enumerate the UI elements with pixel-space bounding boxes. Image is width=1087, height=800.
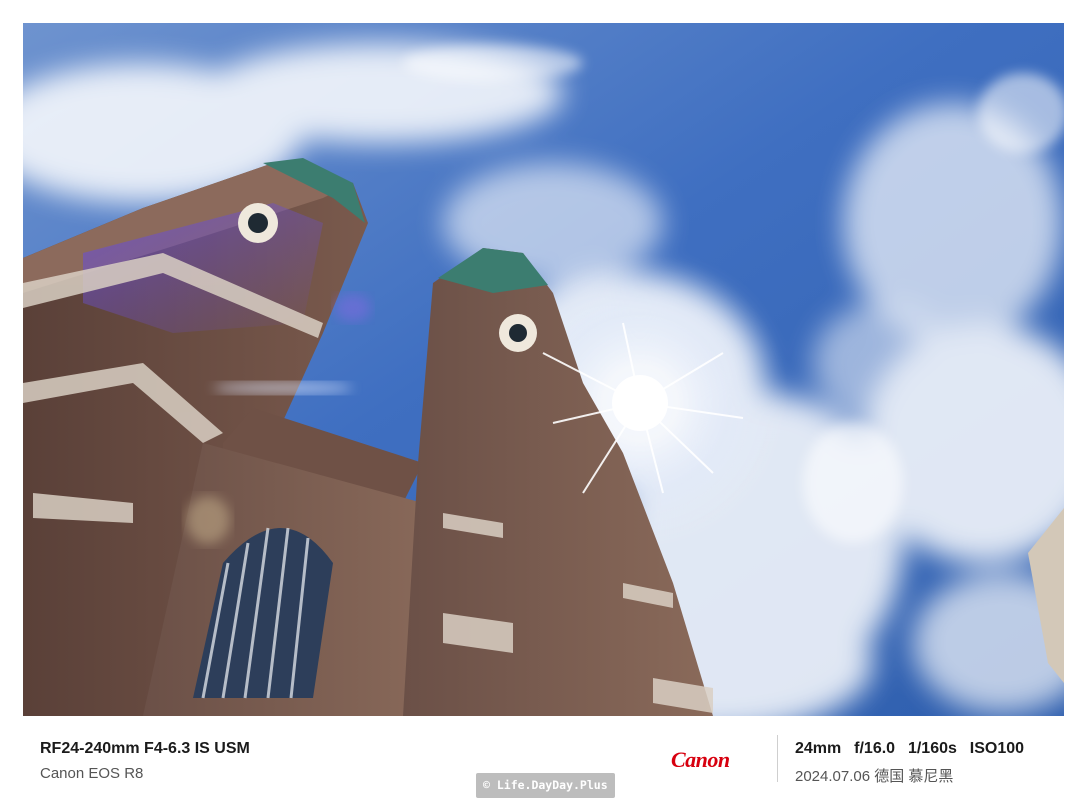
photo [23,23,1064,716]
exif-info-bar: RF24-240mm F4-6.3 IS USM Canon EOS R8 Ca… [0,716,1087,800]
watermark: © Life.DayDay.Plus [476,773,615,798]
info-divider [777,735,778,782]
shot-date-location: 2024.07.06 德国 慕尼黑 [795,768,954,785]
camera-model: Canon EOS R8 [40,765,144,782]
exposure-settings: 24mm f/16.0 1/160s ISO100 [795,740,1025,757]
photo-image [23,23,1064,716]
canon-logo: Canon [671,747,730,772]
lens-model: RF24-240mm F4-6.3 IS USM [40,740,250,757]
